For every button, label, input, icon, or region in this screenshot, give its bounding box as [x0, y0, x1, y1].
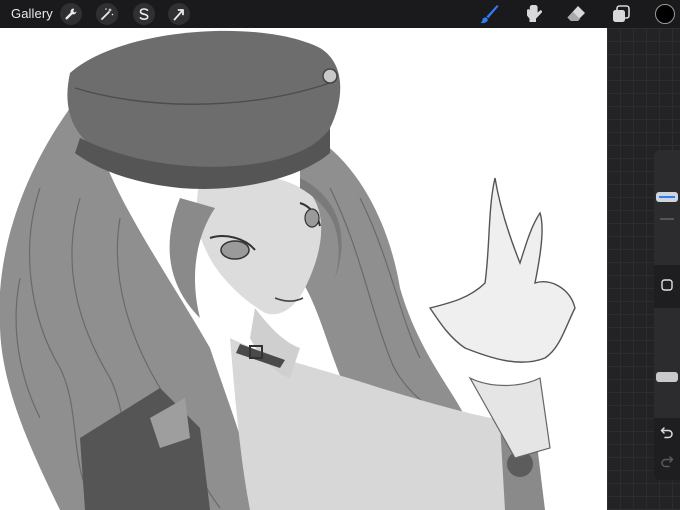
color-picker-button[interactable] — [655, 4, 675, 24]
redo-arrow-icon — [661, 456, 674, 468]
selection-s-icon — [139, 8, 149, 21]
top-toolbar: Gallery — [0, 0, 680, 28]
layers-button[interactable] — [609, 2, 633, 26]
brush-icon — [480, 5, 499, 24]
opacity-thumb[interactable] — [656, 372, 678, 382]
transform-arrow-icon — [173, 9, 184, 21]
eraser-icon — [567, 6, 585, 21]
smudge-tool-button[interactable] — [522, 2, 546, 26]
wrench-icon — [65, 8, 77, 20]
adjustments-button[interactable] — [96, 3, 118, 25]
paint-tool-button[interactable] — [477, 2, 501, 26]
opacity-slider[interactable] — [654, 308, 680, 418]
drawing-canvas[interactable] — [0, 28, 607, 510]
transform-button[interactable] — [168, 3, 190, 25]
magic-wand-icon — [101, 8, 114, 20]
smudge-icon — [527, 5, 543, 22]
artwork-illustration — [0, 30, 576, 510]
gallery-button[interactable]: Gallery — [11, 6, 53, 21]
sidebar — [654, 150, 680, 480]
brush-size-thumb[interactable] — [656, 192, 678, 202]
eraser-tool-button[interactable] — [564, 2, 588, 26]
modify-button[interactable] — [659, 277, 675, 293]
undo-button[interactable] — [658, 423, 676, 441]
square-icon — [661, 279, 673, 291]
undo-arrow-icon — [660, 427, 673, 439]
brush-size-slider[interactable] — [654, 150, 680, 265]
layers-icon — [613, 5, 630, 22]
selection-button[interactable] — [133, 3, 155, 25]
redo-button[interactable] — [658, 452, 676, 470]
actions-button[interactable] — [60, 3, 82, 25]
